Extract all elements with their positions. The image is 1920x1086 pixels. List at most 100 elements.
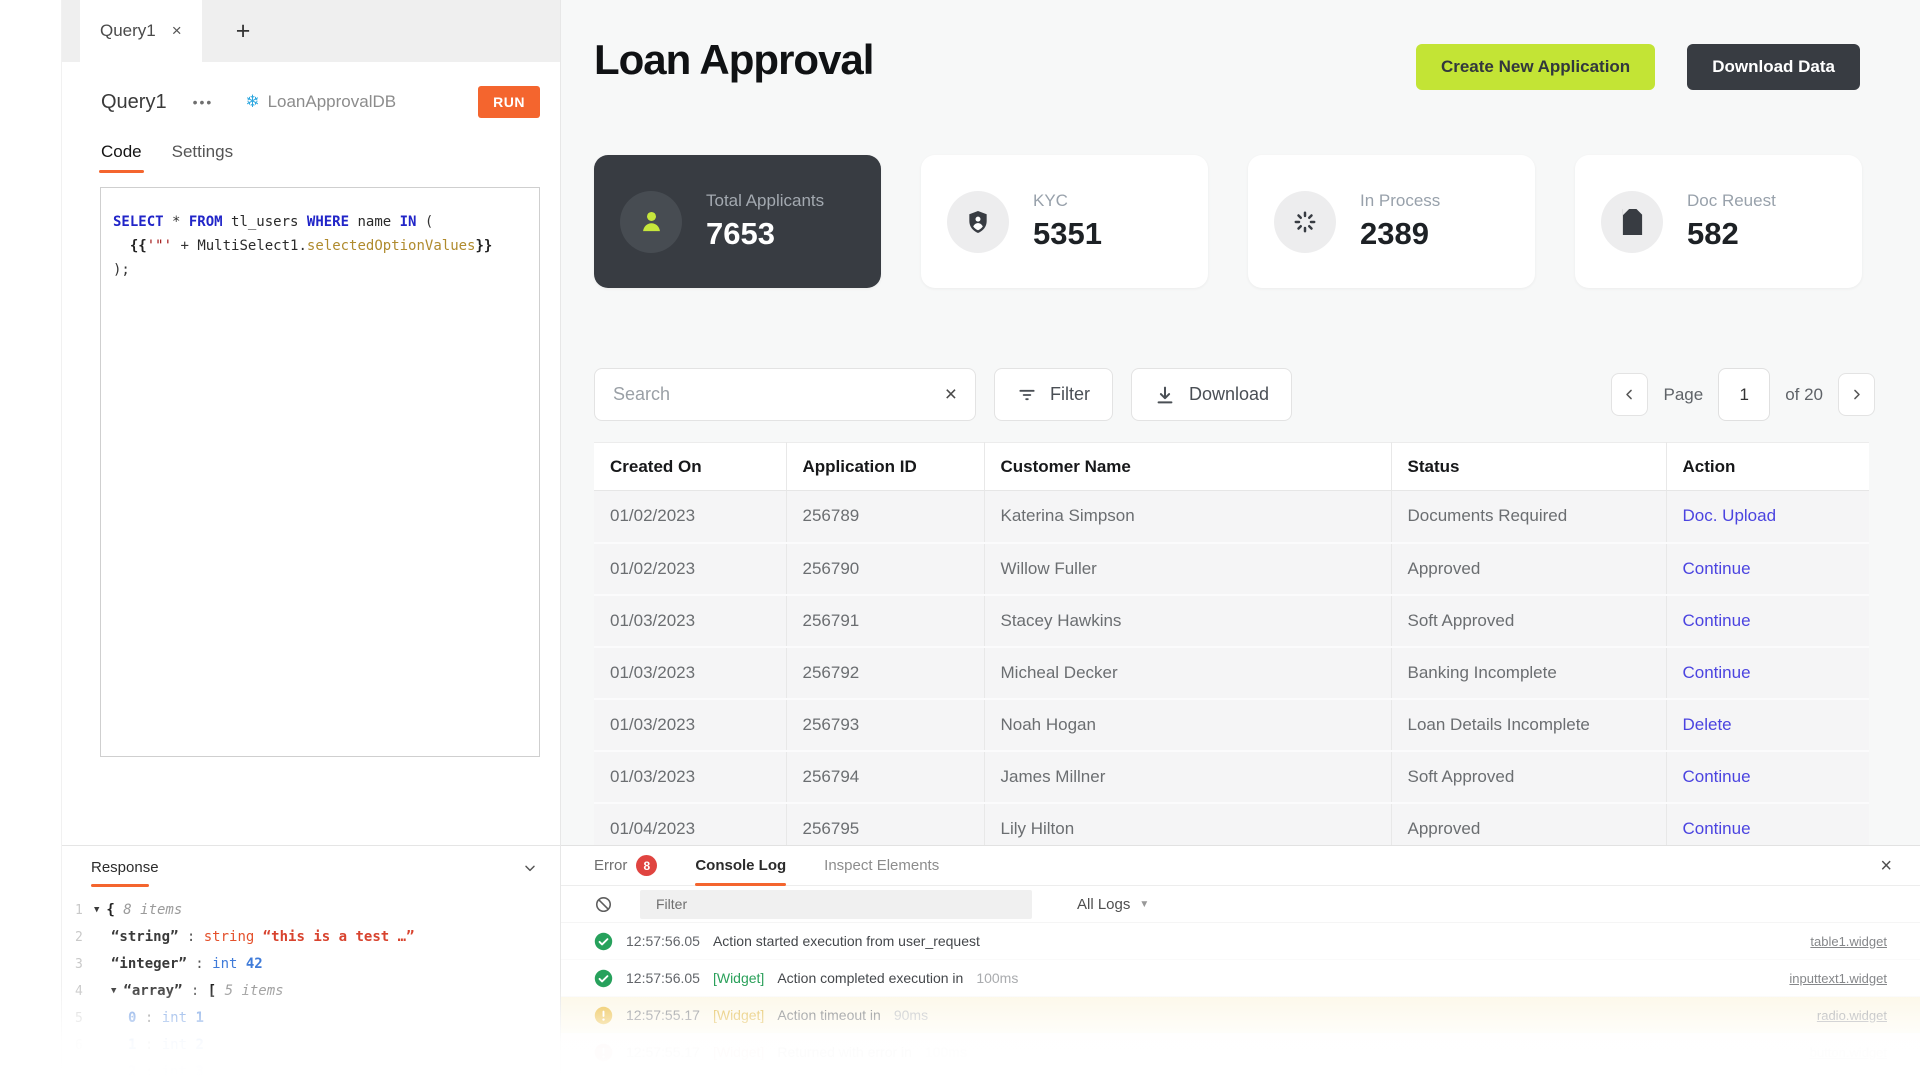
stat-text: KYC5351 — [1033, 191, 1102, 252]
action-link[interactable]: Continue — [1683, 819, 1751, 838]
log-tag: [Widget] — [713, 970, 764, 986]
cell-customer_name: Micheal Decker — [984, 647, 1391, 699]
filter-button[interactable]: Filter — [994, 368, 1113, 421]
action-link[interactable]: Continue — [1683, 559, 1751, 578]
stat-text: Doc Reuest 582 — [1687, 191, 1776, 252]
cell-created_on: 01/03/2023 — [594, 595, 786, 647]
cell-status: Soft Approved — [1391, 595, 1666, 647]
action-link[interactable]: Continue — [1683, 611, 1751, 630]
expand-arrow-icon[interactable]: ▼ — [94, 897, 99, 924]
cell-action: Delete — [1666, 699, 1869, 751]
cell-status: Soft Approved — [1391, 751, 1666, 803]
log-tag: [Widget] — [713, 1007, 764, 1023]
json-line: 2 : int 3 — [62, 1059, 560, 1086]
stat-icon-circle — [947, 191, 1009, 253]
cell-application_id: 256792 — [786, 647, 984, 699]
search-input[interactable] — [613, 384, 945, 405]
console-panel: Error 8 Console Log Inspect Elements × A… — [561, 845, 1920, 1080]
log-source-link[interactable]: inputtext1.widget — [1789, 971, 1887, 986]
stat-label: Doc Reuest — [1687, 191, 1776, 211]
stat-text: In Process2389 — [1360, 191, 1440, 252]
column-header[interactable]: Created On — [594, 443, 786, 491]
spinner-icon — [1292, 209, 1318, 235]
log-source-link[interactable]: table1.widget — [1810, 934, 1887, 949]
log-source-link[interactable]: radio.widget — [1817, 1008, 1887, 1023]
tab-inspect-elements[interactable]: Inspect Elements — [824, 846, 939, 885]
download-data-button[interactable]: Download Data — [1687, 44, 1860, 90]
query-name: Query1 — [101, 91, 167, 114]
cell-created_on: 01/03/2023 — [594, 647, 786, 699]
tab-settings[interactable]: Settings — [172, 142, 233, 173]
tab-code[interactable]: Code — [101, 142, 142, 173]
column-header[interactable]: Status — [1391, 443, 1666, 491]
query-editor-panel: Query1 × + Query1 ••• ❄ LoanApprovalDB R… — [62, 0, 560, 1080]
filter-label: Filter — [1050, 384, 1090, 405]
error-icon — [594, 1043, 613, 1062]
cell-application_id: 256790 — [786, 543, 984, 595]
page-total: of 20 — [1785, 385, 1823, 405]
column-header[interactable]: Customer Name — [984, 443, 1391, 491]
action-link[interactable]: Continue — [1683, 767, 1751, 786]
response-header: Response — [62, 846, 560, 876]
cell-status: Banking Incomplete — [1391, 647, 1666, 699]
log-source-link[interactable]: button.widget — [1810, 1045, 1887, 1060]
table-row: 01/03/2023256794James MillnerSoft Approv… — [594, 751, 1869, 803]
chevron-left-icon — [1622, 387, 1637, 402]
column-header[interactable]: Application ID — [786, 443, 984, 491]
action-link[interactable]: Doc. Upload — [1683, 506, 1777, 525]
create-new-application-button[interactable]: Create New Application — [1416, 44, 1655, 90]
expand-arrow-icon[interactable]: ▼ — [111, 978, 116, 1005]
log-time: 12:57:55.17 — [626, 1044, 700, 1060]
stat-card: Total Applicants7653 — [594, 155, 881, 288]
table-row: 01/02/2023256789Katerina SimpsonDocument… — [594, 491, 1869, 543]
person-icon — [638, 208, 665, 235]
log-time: 12:57:55.17 — [626, 1007, 700, 1023]
filter-icon — [1017, 385, 1037, 405]
clear-logs-icon[interactable] — [594, 895, 613, 914]
line-number: 6 — [62, 1032, 94, 1059]
close-icon[interactable]: × — [172, 21, 182, 41]
line-number: 4 — [62, 978, 94, 1005]
collapsed-sidebar — [0, 0, 62, 1080]
code-line: ); — [113, 258, 527, 282]
cell-application_id: 256793 — [786, 699, 984, 751]
tab-console-log[interactable]: Console Log — [695, 846, 786, 885]
action-link[interactable]: Delete — [1683, 715, 1732, 734]
download-button[interactable]: Download — [1131, 368, 1292, 421]
new-tab-button[interactable]: + — [202, 0, 285, 62]
warning-icon — [594, 1006, 613, 1025]
query-menu-icon[interactable]: ••• — [193, 94, 214, 110]
datasource-selector[interactable]: ❄ LoanApprovalDB — [245, 92, 396, 112]
column-header[interactable]: Action — [1666, 443, 1869, 491]
response-title: Response — [91, 859, 159, 876]
sql-code-editor[interactable]: SELECT * FROM tl_users WHERE name IN ( {… — [100, 187, 540, 757]
prev-page-button[interactable] — [1611, 373, 1648, 416]
cell-customer_name: Katerina Simpson — [984, 491, 1391, 543]
chevron-down-icon[interactable] — [522, 860, 538, 876]
action-link[interactable]: Continue — [1683, 663, 1751, 682]
cell-created_on: 01/03/2023 — [594, 699, 786, 751]
log-filter-input[interactable] — [640, 890, 1032, 919]
datasource-name: LoanApprovalDB — [268, 92, 397, 112]
page-number-input[interactable] — [1718, 368, 1770, 421]
close-console-icon[interactable]: × — [1880, 856, 1892, 876]
stat-value: 582 — [1687, 216, 1776, 252]
tab-error[interactable]: Error 8 — [594, 846, 657, 885]
all-logs-label: All Logs — [1077, 896, 1130, 913]
log-row: 12:57:55.17[Widget]Returned with error i… — [561, 1034, 1920, 1071]
log-level-dropdown[interactable]: All Logs ▼ — [1077, 896, 1149, 913]
stat-card: Doc Reuest 582 — [1575, 155, 1862, 288]
tab-query1[interactable]: Query1 × — [80, 0, 202, 62]
cell-application_id: 256789 — [786, 491, 984, 543]
stat-icon-circle — [1601, 191, 1663, 253]
plus-icon: + — [236, 17, 251, 46]
stat-label: Total Applicants — [706, 191, 824, 211]
log-message: Action completed execution in — [777, 970, 963, 986]
log-time: 12:57:56.05 — [626, 970, 700, 986]
cell-created_on: 01/02/2023 — [594, 491, 786, 543]
cell-status: Documents Required — [1391, 491, 1666, 543]
next-page-button[interactable] — [1838, 373, 1875, 416]
console-log-list: 12:57:56.05Action started execution from… — [561, 923, 1920, 1071]
run-button[interactable]: RUN — [478, 86, 540, 118]
clear-search-icon[interactable]: × — [945, 384, 957, 405]
